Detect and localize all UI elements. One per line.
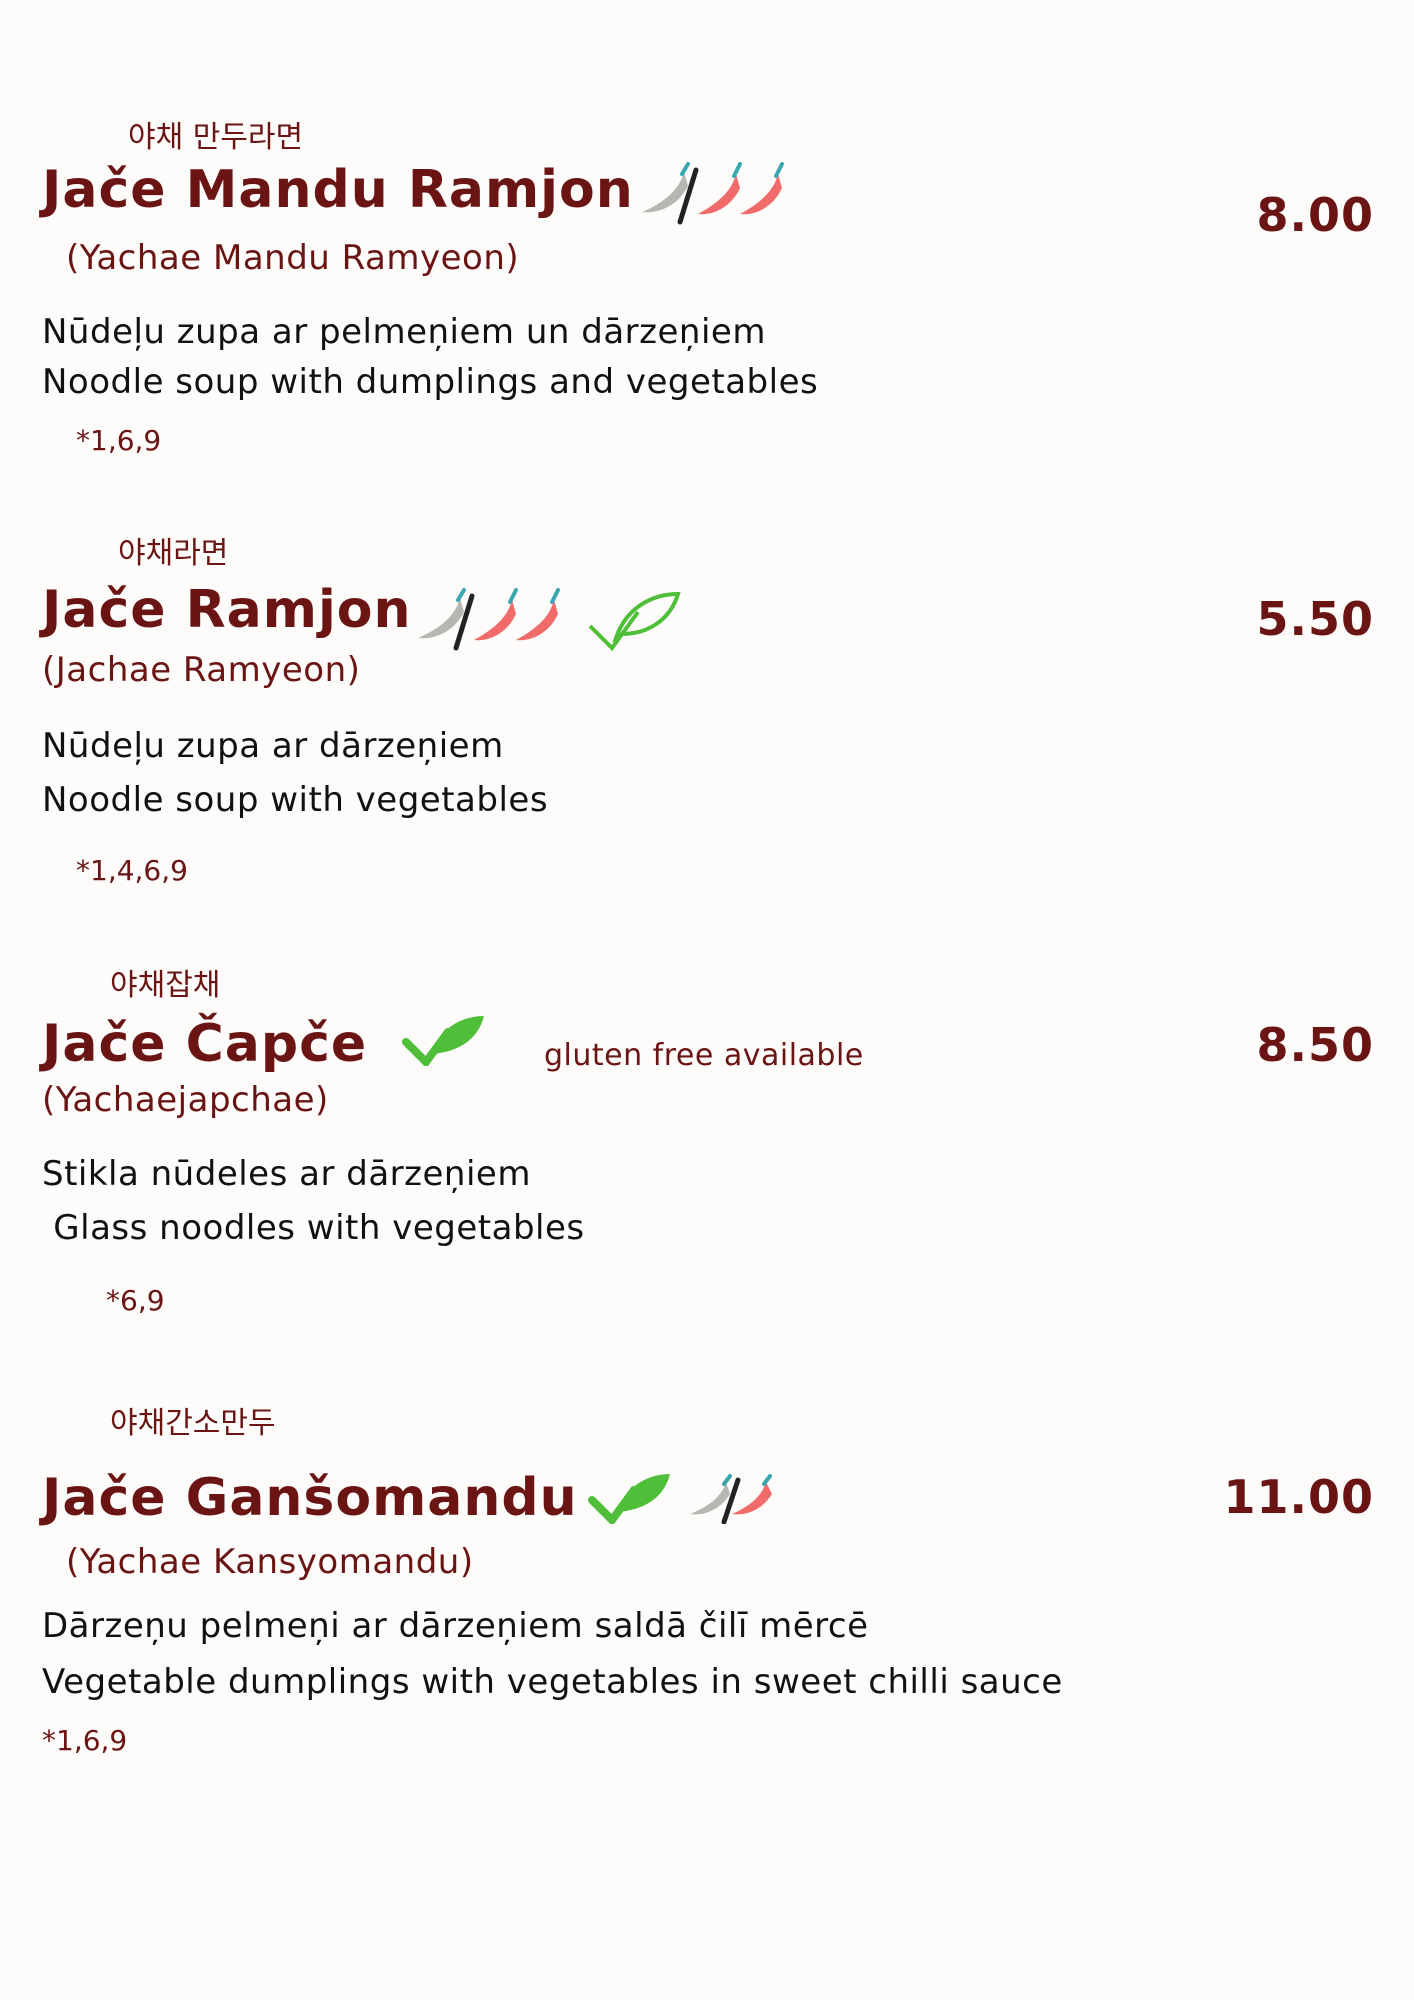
vegan-leaf-icon <box>588 1470 672 1524</box>
romanized-name: (Yachaejapchae) <box>42 1080 329 1120</box>
description-en: Vegetable dumplings with vegetables in s… <box>42 1662 1063 1702</box>
chili-mild-or-hot-icon <box>412 588 560 652</box>
vegan-leaf-icon <box>402 1012 486 1066</box>
romanized-name: (Yachae Kansyomandu) <box>66 1542 474 1582</box>
chili-mild-or-hot-icon <box>686 1474 774 1524</box>
price: 11.00 <box>1223 1470 1374 1524</box>
romanized-name: (Yachae Mandu Ramyeon) <box>66 238 520 278</box>
chili-mild-or-hot-icon <box>636 162 784 226</box>
description-lv: Nūdeļu zupa ar pelmeņiem un dārzeņiem <box>42 312 766 352</box>
romanized-name: (Jachae Ramyeon) <box>42 650 361 690</box>
korean-name: 야채 만두라면 <box>128 120 304 155</box>
korean-name: 야채잡채 <box>110 968 221 1003</box>
dish-name: Jače Mandu Ramjon <box>42 160 634 220</box>
allergens: *1,6,9 <box>42 1724 128 1757</box>
dish-name: Jače Ramjon <box>42 580 412 640</box>
allergens: *1,4,6,9 <box>76 854 188 887</box>
dish-name: Jače Čapče <box>42 1014 368 1074</box>
allergens: *1,6,9 <box>76 424 162 457</box>
description-lv: Nūdeļu zupa ar dārzeņiem <box>42 726 504 766</box>
vegan-leaf-icon <box>586 588 682 654</box>
price: 5.50 <box>1256 592 1374 646</box>
price: 8.50 <box>1256 1018 1374 1072</box>
gluten-free-note: gluten free available <box>544 1038 864 1073</box>
korean-name: 야채라면 <box>118 536 229 571</box>
description-lv: Stikla nūdeles ar dārzeņiem <box>42 1154 531 1194</box>
allergens: *6,9 <box>106 1284 165 1317</box>
description-en: Noodle soup with vegetables <box>42 780 549 820</box>
price: 8.00 <box>1256 188 1374 242</box>
dish-name: Jače Ganšomandu <box>42 1468 578 1528</box>
korean-name: 야채간소만두 <box>110 1406 276 1441</box>
description-lv: Dārzeņu pelmeņi ar dārzeņiem saldā čilī … <box>42 1606 869 1646</box>
description-en: Noodle soup with dumplings and vegetable… <box>42 362 819 402</box>
description-en: Glass noodles with vegetables <box>42 1208 585 1248</box>
